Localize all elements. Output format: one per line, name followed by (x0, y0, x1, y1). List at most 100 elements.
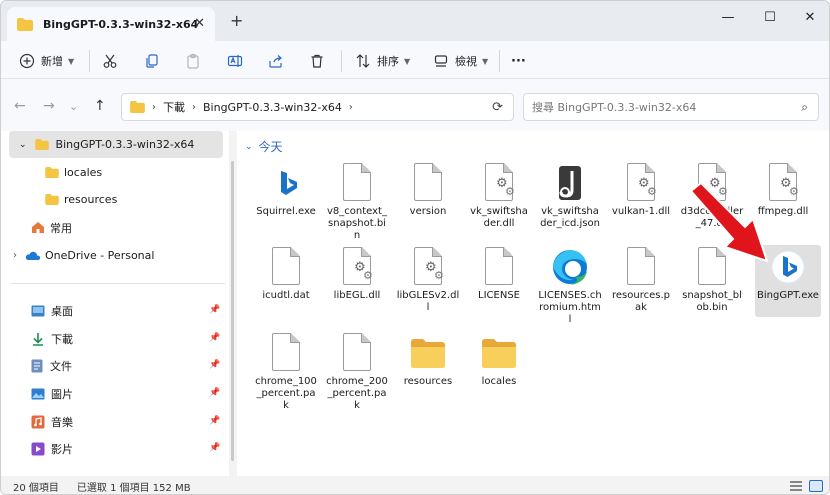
sort-button[interactable]: 排序 ▼ (355, 50, 410, 72)
pin-icon[interactable]: 📌 (209, 443, 220, 453)
sidebar-item-videos[interactable]: 影片 (31, 435, 221, 462)
sidebar-item-locales[interactable]: locales (45, 159, 102, 186)
search-input[interactable]: 搜尋 BingGPT-0.3.3-win32-x64 ⌕ (523, 93, 819, 121)
view-button[interactable]: 檢視 ▼ (433, 50, 488, 72)
file-item[interactable]: Squirrel.exe (254, 163, 318, 243)
pin-icon[interactable]: 📌 (209, 305, 220, 315)
rename-icon (227, 55, 243, 67)
folder-icon (45, 167, 59, 178)
sidebar-item-pictures[interactable]: 圖片 (31, 380, 221, 407)
address-bar[interactable]: › 下載 › BingGPT-0.3.3-win32-x64 › ⟳ (121, 93, 514, 121)
file-item[interactable]: ⚙ ⚙ libGLESv2.dll (396, 247, 460, 327)
close-window-button[interactable]: ✕ (793, 5, 827, 29)
chevron-down-icon: ⌄ (245, 141, 253, 152)
pin-icon[interactable]: 📌 (209, 360, 220, 370)
file-icon (272, 247, 300, 285)
file-item[interactable]: resources.pak (609, 247, 673, 327)
breadcrumb-chevron-icon: › (192, 101, 196, 113)
pin-icon[interactable]: 📌 (209, 388, 220, 398)
sidebar-item-label: 文件 (50, 359, 72, 373)
bing-icon (281, 171, 297, 195)
sidebar-item-label: OneDrive - Personal (45, 249, 155, 262)
chevron-right-icon: › (13, 250, 17, 261)
pin-icon[interactable]: 📌 (209, 333, 220, 343)
file-item[interactable]: chrome_100_percent.pak (254, 333, 318, 413)
rename-button[interactable] (227, 50, 243, 72)
sidebar-item-documents[interactable]: 文件 (31, 352, 221, 379)
file-name: LICENSES.chromium.html (538, 290, 602, 325)
breadcrumb-downloads[interactable]: 下載 (163, 99, 185, 115)
forward-arrow-icon[interactable]: → (43, 98, 55, 114)
folder-icon (130, 101, 145, 113)
sidebar-item-onedrive[interactable]: › OneDrive - Personal (13, 242, 154, 269)
title-bar: BingGPT-0.3.3-win32-x64 ✕ + — ☐ ✕ (1, 1, 829, 41)
file-name: locales (481, 376, 517, 387)
large-icons-view-icon[interactable] (809, 480, 823, 492)
music-icon (31, 415, 45, 428)
file-item[interactable]: ⚙ ⚙ libEGL.dll (325, 247, 389, 327)
file-name: LICENSE (478, 290, 520, 301)
json-icon (559, 166, 581, 200)
file-item[interactable]: icudtl.dat (254, 247, 318, 327)
copy-button[interactable] (144, 50, 160, 72)
sidebar-item-music[interactable]: 音樂 (31, 408, 221, 435)
view-icon (434, 55, 448, 67)
file-item[interactable]: locales (467, 333, 531, 413)
more-options-button[interactable]: ··· (511, 50, 526, 72)
file-item[interactable]: resources (396, 333, 460, 413)
scissors-icon (103, 54, 117, 68)
chevron-down-icon: ▼ (68, 56, 75, 66)
file-name: snapshot_blob.bin (682, 290, 742, 313)
breadcrumb-binggpt[interactable]: BingGPT-0.3.3-win32-x64 (203, 101, 342, 114)
tab-binggpt[interactable]: BingGPT-0.3.3-win32-x64 ✕ (7, 7, 215, 41)
delete-button[interactable] (309, 50, 325, 72)
tab-close-icon[interactable]: ✕ (194, 16, 205, 31)
file-name: BingGPT.exe (757, 290, 819, 301)
sort-icon (356, 54, 370, 68)
minimize-button[interactable]: — (711, 5, 745, 29)
new-button[interactable]: 新增 ▼ (19, 50, 74, 72)
file-item[interactable]: ⚙ ⚙ vk_swiftshader.dll (467, 163, 531, 243)
recent-chevron-icon[interactable]: ⌄ (69, 100, 78, 113)
dll-icon: ⚙ ⚙ (485, 163, 515, 201)
pin-icon[interactable]: 📌 (209, 416, 220, 426)
sidebar-item-downloads[interactable]: 下載 (31, 325, 221, 352)
sidebar-item-desktop[interactable]: 桌面 (31, 297, 221, 324)
details-view-icon[interactable] (789, 480, 803, 492)
red-arrow-annotation (689, 181, 769, 263)
file-item[interactable]: vk_swiftshader_icd.json (538, 163, 602, 243)
up-arrow-icon[interactable]: ↑ (94, 98, 106, 114)
file-name: chrome_200_percent.pak (326, 376, 388, 411)
maximize-button[interactable]: ☐ (753, 5, 787, 29)
file-name: version (409, 206, 447, 217)
item-count: 20 個項目 (13, 482, 59, 494)
address-row: ← → ⌄ ↑ › 下載 › BingGPT-0.3.3-win32-x64 ›… (1, 79, 829, 131)
gear-icon: ⚙ (789, 185, 799, 198)
tab-title: BingGPT-0.3.3-win32-x64 (43, 17, 199, 31)
share-button[interactable] (268, 50, 284, 72)
sidebar-item-home[interactable]: 常用 (31, 214, 72, 241)
group-header[interactable]: ⌄ 今天 (245, 138, 283, 155)
file-item[interactable]: LICENSES.chromium.html (538, 247, 602, 327)
edge-icon (553, 250, 587, 285)
paste-button[interactable] (185, 50, 201, 72)
file-item[interactable]: LICENSE (467, 247, 531, 327)
new-label: 新增 (41, 55, 63, 68)
file-icon (485, 247, 513, 285)
cut-button[interactable] (102, 50, 118, 72)
refresh-icon[interactable]: ⟳ (492, 100, 503, 115)
file-item[interactable]: v8_context_snapshot.bin (325, 163, 389, 243)
status-bar: 20 個項目 已選取 1 個項目 152 MB (1, 476, 829, 494)
folder-icon (45, 194, 59, 205)
new-tab-button[interactable]: + (230, 11, 243, 30)
sidebar-scrollbar[interactable] (231, 161, 234, 461)
file-item[interactable]: version (396, 163, 460, 243)
sidebar-item-binggpt[interactable]: ⌄ BingGPT-0.3.3-win32-x64 (9, 131, 223, 158)
file-item[interactable]: chrome_200_percent.pak (325, 333, 389, 413)
desktop-icon (31, 305, 45, 316)
sidebar-item-label: 影片 (51, 442, 73, 456)
chevron-down-icon: ▼ (482, 56, 489, 66)
file-item[interactable]: ⚙ ⚙ vulkan-1.dll (609, 163, 673, 243)
back-arrow-icon[interactable]: ← (14, 98, 26, 114)
sidebar-item-resources[interactable]: resources (45, 186, 117, 213)
